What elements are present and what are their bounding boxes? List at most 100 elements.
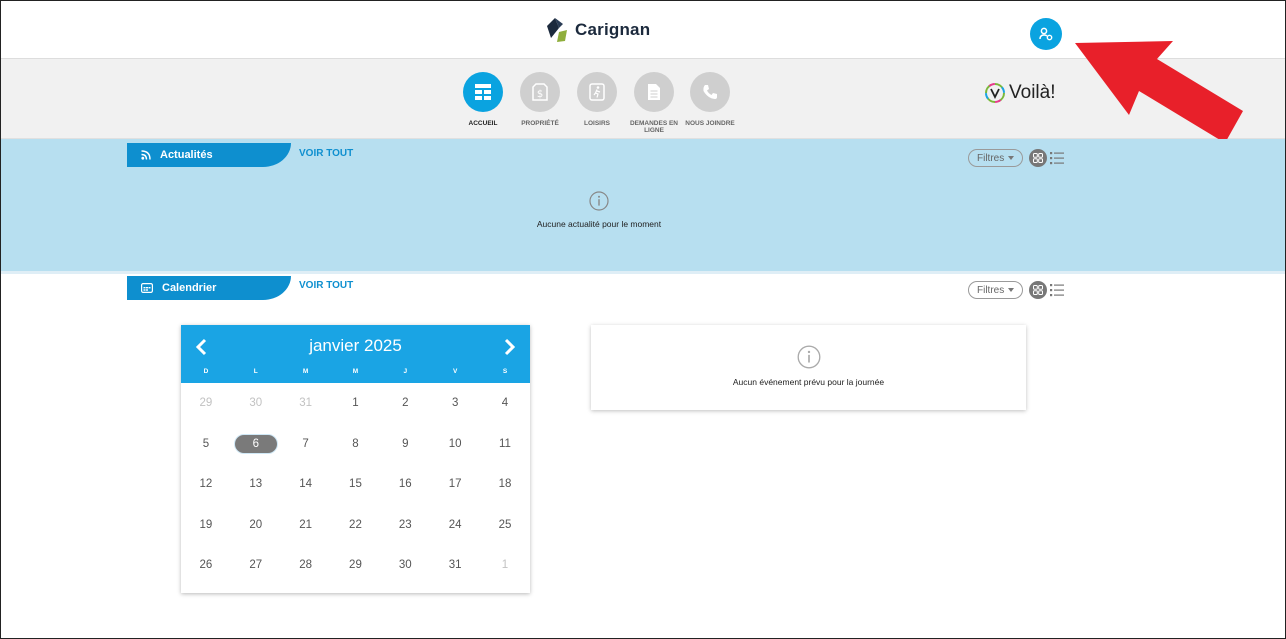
calendar-day[interactable]: 30 — [380, 553, 430, 577]
calendar-icon — [141, 283, 153, 293]
calendar-weekdays: D L M M J V S — [181, 368, 530, 375]
calendar-day-number: 31 — [299, 397, 312, 410]
calendar-month-label: janvier 2025 — [309, 336, 402, 355]
calendar-day[interactable]: 22 — [331, 513, 381, 537]
calendar-day[interactable]: 19 — [181, 513, 231, 537]
weekday-label: M — [352, 368, 359, 375]
calendar-day[interactable]: 8 — [331, 432, 381, 456]
calendar-day-number: 1 — [501, 559, 509, 572]
calendar-day-number: 17 — [448, 478, 462, 491]
nav-circle — [634, 72, 674, 112]
nav-label: NOUS JOINDRE — [685, 120, 735, 127]
brand[interactable]: Carignan — [541, 15, 650, 45]
events-empty-state: Aucun événement prévu pour la journée — [591, 345, 1026, 387]
red-arrow-icon — [1075, 41, 1243, 143]
calendar-day[interactable]: 13 — [231, 472, 281, 496]
home-grid-icon — [475, 84, 491, 100]
calendar-day[interactable]: 29 — [331, 553, 381, 577]
calendar-day-number: 5 — [202, 437, 210, 450]
weekday-label: S — [502, 368, 508, 375]
calendar-day-number: 20 — [249, 518, 263, 531]
calendar-day[interactable]: 12 — [181, 472, 231, 496]
calendar-day-number: 29 — [199, 397, 213, 410]
calendar-day[interactable]: 2 — [380, 391, 430, 415]
user-key-icon — [1039, 27, 1053, 41]
voila-logo[interactable]: Voilà! — [984, 82, 1055, 104]
calendar-day-number: 16 — [398, 478, 412, 491]
news-filters-button[interactable]: Filtres — [968, 149, 1024, 167]
voila-label: Voilà! — [1009, 82, 1056, 103]
calendar-day[interactable]: 20 — [231, 513, 281, 537]
calendar-day[interactable]: 17 — [430, 472, 480, 496]
filters-label: Filtres — [977, 152, 1005, 164]
calendar-day[interactable]: 15 — [331, 472, 381, 496]
calendar-day[interactable]: 1 — [331, 391, 381, 415]
calendar-day[interactable]: 29 — [181, 391, 231, 415]
calendar-section-tab: Calendrier — [127, 276, 291, 300]
calendar-day[interactable]: 30 — [231, 391, 281, 415]
calendar-day-number: 19 — [199, 518, 213, 531]
section-divider — [1, 271, 1285, 274]
calendar-day[interactable]: 4 — [480, 391, 530, 415]
news-see-all-link[interactable]: VOIR TOUT — [299, 148, 353, 159]
list-view-icon[interactable] — [1050, 151, 1064, 165]
grid-icon — [1033, 285, 1043, 295]
app-frame: Carignan ACCUEIL $ PROPRIÉTÉ LOISIRS DEM… — [0, 0, 1286, 639]
brand-name: Carignan — [575, 20, 651, 39]
news-grid-view-button[interactable] — [1029, 149, 1047, 167]
news-section: Actualités VOIR TOUT Filtres Aucune actu… — [1, 139, 1285, 271]
runner-icon — [589, 83, 605, 101]
calendar-day[interactable]: 23 — [380, 513, 430, 537]
calendar-day[interactable]: 9 — [380, 432, 430, 456]
calendar-day-number: 21 — [299, 518, 312, 531]
calendar-day-number: 8 — [352, 437, 359, 450]
calendar-day-number: 11 — [499, 437, 511, 450]
grid-icon — [1033, 153, 1043, 163]
calendar-day-number: 30 — [249, 397, 263, 410]
dollar-tag-icon: $ — [532, 83, 548, 101]
document-icon — [648, 84, 660, 100]
calendar-day[interactable]: 27 — [231, 553, 281, 577]
nav-circle: $ — [520, 72, 560, 112]
calendar-grid-view-button[interactable] — [1029, 281, 1047, 299]
info-icon — [589, 191, 609, 211]
calendar-day[interactable]: 31 — [430, 553, 480, 577]
rss-icon — [141, 150, 151, 160]
calendar-day[interactable]: 5 — [181, 432, 231, 456]
calendar-day[interactable]: 25 — [480, 513, 530, 537]
calendar-week-row: 29 30 31 1 2 3 4 — [181, 383, 530, 424]
calendar-day-selected[interactable]: 6 — [231, 431, 281, 456]
nav-circle — [690, 72, 730, 112]
profile-button[interactable] — [1030, 18, 1062, 50]
calendar-day-number: 2 — [402, 397, 409, 410]
calendar-day-number: 29 — [349, 559, 362, 572]
info-icon — [797, 345, 820, 369]
nav-item-nous-joindre[interactable]: NOUS JOINDRE — [675, 72, 745, 127]
calendar-widget: janvier 2025 D L M M J V S 29 30 31 1 2 3 4 5 6 7… — [181, 325, 530, 593]
calendar-day[interactable]: 21 — [281, 513, 331, 537]
calendar-day[interactable]: 31 — [281, 391, 331, 415]
calendar-day[interactable]: 1 — [480, 553, 530, 577]
calendar-day[interactable]: 11 — [480, 432, 530, 456]
calendar-day[interactable]: 28 — [281, 553, 331, 577]
calendar-day[interactable]: 10 — [430, 432, 480, 456]
nav-label: DEMANDES EN LIGNE — [629, 120, 679, 134]
calendar-day[interactable]: 16 — [380, 472, 430, 496]
carignan-logo-icon — [547, 18, 567, 42]
calendar-day[interactable]: 18 — [480, 472, 530, 496]
calendar-day-number: 27 — [249, 559, 263, 572]
chevron-right-icon[interactable] — [500, 337, 518, 357]
calendar-day[interactable]: 26 — [181, 553, 231, 577]
calendar-day[interactable]: 24 — [430, 513, 480, 537]
calendar-day[interactable]: 7 — [281, 432, 331, 456]
weekday-label: D — [203, 368, 209, 375]
calendar-day[interactable]: 14 — [281, 472, 331, 496]
list-view-icon[interactable] — [1050, 283, 1064, 297]
calendar-filters-button[interactable]: Filtres — [968, 281, 1024, 299]
weekday-label: L — [253, 368, 258, 375]
calendar-day[interactable]: 3 — [430, 391, 480, 415]
calendar-day-number: 14 — [299, 478, 312, 491]
calendar-section-title: Calendrier — [162, 282, 217, 294]
calendar-see-all-link[interactable]: VOIR TOUT — [299, 280, 353, 291]
nav-circle — [463, 72, 503, 112]
